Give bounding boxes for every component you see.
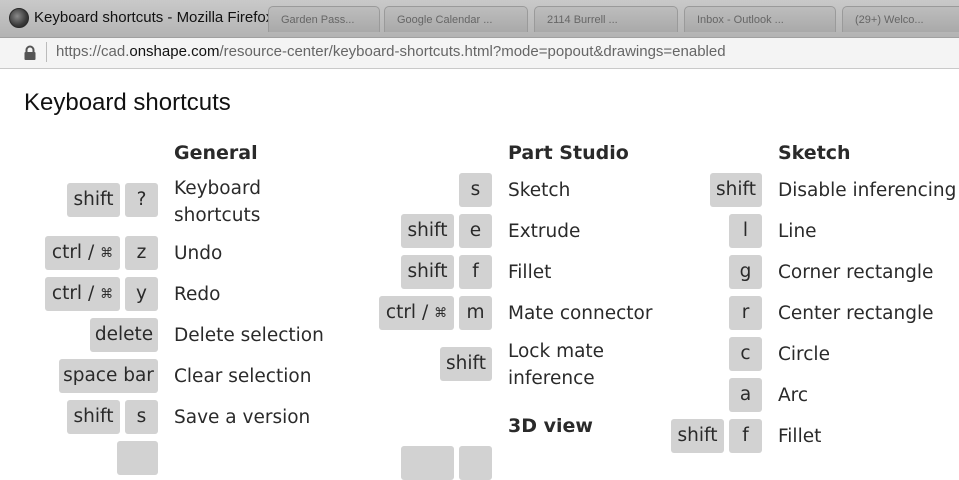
background-tab-2[interactable]: Google Calendar ... xyxy=(384,6,528,32)
key-c: c xyxy=(729,337,762,371)
key-shift: shift xyxy=(710,173,762,207)
key-shift: shift xyxy=(67,400,120,434)
sketch-heading: Sketch xyxy=(778,142,851,164)
shortcut-label-sketch: Sketch xyxy=(508,180,571,201)
key-a: a xyxy=(729,378,762,412)
shortcut-label-keyboard-shortcuts-line2: shortcuts xyxy=(174,205,261,226)
window-title: Keyboard shortcuts - Mozilla Firefox xyxy=(34,9,274,26)
key-shift: shift xyxy=(671,419,724,453)
shortcut-label-circle: Circle xyxy=(778,344,830,365)
window-titlebar: Keyboard shortcuts - Mozilla Firefox Gar… xyxy=(0,0,959,37)
key-s: s xyxy=(459,173,492,207)
shortcut-label-save-version: Save a version xyxy=(174,407,311,428)
shortcut-label-lock-mate-inference-line2: inference xyxy=(508,368,595,389)
background-tab-4[interactable]: Inbox - Outlook ... xyxy=(684,6,836,32)
key-partial xyxy=(459,446,492,480)
shortcut-label-keyboard-shortcuts: Keyboard xyxy=(174,178,261,199)
shortcut-label-center-rectangle: Center rectangle xyxy=(778,303,934,324)
key-f: f xyxy=(729,419,762,453)
general-heading: General xyxy=(174,142,258,164)
lock-icon[interactable] xyxy=(22,45,38,61)
key-z: z xyxy=(125,236,158,270)
shortcut-label-extrude: Extrude xyxy=(508,221,581,242)
background-tab-5[interactable]: (29+) Welco... xyxy=(842,6,959,32)
key-shift: shift xyxy=(67,183,120,217)
shortcut-label-disable-inferencing: Disable inferencing xyxy=(778,180,957,201)
key-shift: shift xyxy=(440,347,492,381)
command-icon: ⌘ xyxy=(434,306,448,321)
key-l: l xyxy=(729,214,762,248)
key-question: ? xyxy=(125,183,158,217)
shortcut-label-line: Line xyxy=(778,221,817,242)
shortcut-label-undo: Undo xyxy=(174,243,223,264)
key-shift: shift xyxy=(401,255,454,289)
shortcut-label-delete-selection: Delete selection xyxy=(174,325,324,346)
key-e: e xyxy=(459,214,492,248)
page-title: Keyboard shortcuts xyxy=(24,89,231,116)
shortcut-label-lock-mate-inference: Lock mate xyxy=(508,341,605,362)
key-g: g xyxy=(729,255,762,289)
shortcut-label-clear-selection: Clear selection xyxy=(174,366,312,387)
key-f: f xyxy=(459,255,492,289)
key-m: m xyxy=(459,296,492,330)
key-ctrl-cmd: ctrl / ⌘ xyxy=(45,236,120,270)
address-separator xyxy=(46,42,47,62)
key-ctrl-cmd: ctrl / ⌘ xyxy=(379,296,454,330)
key-partial xyxy=(117,441,158,475)
key-y: y xyxy=(125,277,158,311)
key-partial xyxy=(401,446,454,480)
shortcut-label-redo: Redo xyxy=(174,284,221,305)
shortcut-label-mate-connector: Mate connector xyxy=(508,303,653,324)
key-r: r xyxy=(729,296,762,330)
key-ctrl-cmd: ctrl / ⌘ xyxy=(45,277,120,311)
key-space-bar: space bar xyxy=(59,359,158,393)
3d-view-heading: 3D view xyxy=(508,415,593,437)
key-shift: shift xyxy=(401,214,454,248)
background-tab-1[interactable]: Garden Pass... xyxy=(268,6,380,32)
key-s: s xyxy=(125,400,158,434)
firefox-icon xyxy=(9,8,29,28)
part-studio-heading: Part Studio xyxy=(508,142,629,164)
command-icon: ⌘ xyxy=(100,246,114,261)
shortcut-label-arc: Arc xyxy=(778,385,809,406)
background-tab-3[interactable]: 2114 Burrell ... xyxy=(534,6,678,32)
shortcut-label-fillet: Fillet xyxy=(508,262,552,283)
key-delete: delete xyxy=(90,318,158,352)
shortcut-label-corner-rectangle: Corner rectangle xyxy=(778,262,934,283)
command-icon: ⌘ xyxy=(100,287,114,302)
shortcut-label-sketch-fillet: Fillet xyxy=(778,426,822,447)
url-text[interactable]: https://cad.onshape.com/resource-center/… xyxy=(56,43,726,60)
